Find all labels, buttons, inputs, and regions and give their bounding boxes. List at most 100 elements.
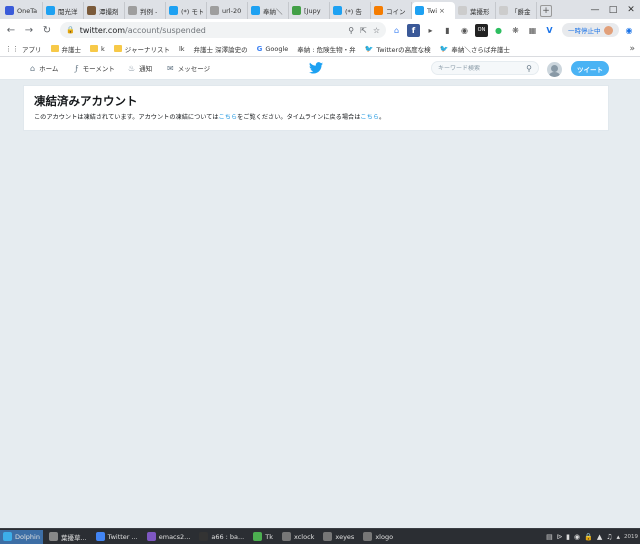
clock[interactable]: 2019	[624, 534, 638, 540]
bookmark-label: 奉納 : 危険生物・弁	[297, 45, 356, 54]
bluetooth-icon[interactable]: ᐉ	[557, 533, 562, 541]
tab-label: コイン	[386, 7, 406, 16]
bookmark-extension-icon[interactable]: ▮	[441, 24, 454, 37]
taskbar-item[interactable]: a66 : ba...	[196, 530, 247, 544]
close-window-button[interactable]: ✕	[622, 0, 640, 19]
taskbar-item[interactable]: Twitter ...	[93, 530, 141, 544]
v-extension-icon[interactable]: V	[543, 24, 556, 37]
message-part-3: 。	[378, 114, 386, 121]
new-tab-button[interactable]: +	[540, 5, 552, 17]
avatar[interactable]	[547, 62, 562, 77]
taskbar-item[interactable]: Dolphin	[0, 529, 43, 544]
twitter-bird-icon[interactable]	[309, 62, 323, 74]
browser-tab[interactable]: 閲光洋	[43, 2, 84, 19]
search-box[interactable]: ⚲	[431, 61, 539, 75]
browser-tab[interactable]: (*) モト	[166, 2, 207, 19]
search-icon[interactable]: ⚲	[526, 64, 532, 73]
bookmark-item[interactable]: lk	[0, 45, 185, 106]
bookmark-item[interactable]: G Google	[257, 45, 289, 53]
pocket-extension-icon[interactable]: ◉	[458, 24, 471, 37]
home-extension-icon[interactable]: ⌂	[390, 24, 403, 37]
taskbar-label: xclock	[293, 532, 315, 541]
browser-tab[interactable]: 「爵金	[496, 2, 537, 19]
app-icon	[363, 532, 373, 541]
browser-tab[interactable]: (*) 告	[330, 2, 371, 19]
sync-paused-button[interactable]: 一時停止中	[562, 23, 619, 37]
folder-icon	[50, 45, 59, 52]
taskbar-item[interactable]: xclock	[279, 530, 317, 544]
bookmark-item[interactable]: k	[90, 45, 105, 53]
taskbar-label: Tk	[265, 532, 273, 541]
address-bar[interactable]: 🔒 twitter.com/account/suspended ⚲ ⇱ ☆	[60, 22, 386, 38]
return-timeline-link[interactable]: こちら	[360, 114, 379, 121]
bookmark-label: 弁護士	[61, 45, 82, 54]
tab-favicon-icon	[333, 6, 342, 15]
bookmark-item[interactable]: ジャーナリスト	[113, 44, 170, 54]
clipboard-icon[interactable]: ▤	[546, 533, 553, 541]
browser-tab[interactable]: OneTa	[2, 2, 43, 19]
bookmark-label: 奉納＼さらば弁護士	[451, 45, 510, 54]
browser-tab[interactable]: 奉納＼	[248, 2, 289, 19]
tab-close-icon[interactable]: ×	[439, 7, 445, 15]
taskbar-item[interactable]: xlogo	[360, 530, 396, 544]
updates-icon[interactable]: ◉	[574, 533, 580, 541]
browser-tab[interactable]: コイン	[371, 2, 412, 19]
bookmarks-overflow-icon[interactable]: »	[629, 44, 635, 54]
taskbar-item[interactable]: xeyes	[320, 530, 357, 544]
forward-button[interactable]: →	[22, 23, 36, 37]
bookmark-item[interactable]: 🐦 奉納＼さらば弁護士	[440, 44, 510, 54]
app-icon	[199, 532, 209, 541]
back-button[interactable]: ←	[4, 23, 18, 37]
tab-favicon-icon	[128, 6, 137, 15]
taskbar-item[interactable]: 葉擾草...	[46, 530, 90, 544]
bookmark-item[interactable]: 奉納 : 危険生物・弁	[0, 44, 356, 106]
bookmark-label: ジャーナリスト	[124, 45, 170, 54]
dark-extension-icon[interactable]: ON	[475, 23, 488, 37]
suspension-info-link[interactable]: こちら	[219, 114, 238, 121]
nav-notifications[interactable]: ♨ 通知	[128, 63, 152, 74]
tweet-button[interactable]: ツイート	[571, 61, 609, 76]
browser-tab[interactable]: 葉擾形	[455, 2, 496, 19]
browser-tab[interactable]: 判例 -	[125, 2, 166, 19]
lock-tray-icon[interactable]: 🔒	[584, 533, 593, 541]
folder-icon	[90, 45, 98, 52]
bookmark-list: ⋮⋮ アプリ 弁護士 k ジャーナリスト lk 弁護士 深澤論史の G Google 奉納 : 危…	[0, 44, 510, 106]
maximize-button[interactable]: □	[604, 0, 622, 19]
nav-home[interactable]: ⌂ ホーム	[30, 63, 58, 74]
taskbar-item[interactable]: emacs2...	[144, 530, 194, 544]
minimize-button[interactable]: —	[586, 0, 604, 19]
menu-extension-icon[interactable]: ◉	[623, 24, 636, 37]
search-input[interactable]	[438, 64, 518, 72]
bookmark-item[interactable]: 弁護士 深澤論史の	[0, 44, 248, 106]
grid-extension-icon[interactable]: ▦	[526, 24, 539, 37]
bookmark-item[interactable]: ⋮⋮ アプリ	[5, 44, 42, 54]
zoom-icon[interactable]: ⚲	[348, 26, 354, 35]
taskbar-item[interactable]: Tk	[250, 530, 276, 544]
bookmark-item[interactable]: 🐦 Twitterの高度な検	[365, 44, 431, 54]
browser-tab[interactable]: 潭撮剤	[84, 2, 125, 19]
bookmark-star-icon[interactable]: ☆	[373, 26, 380, 35]
nav-moments[interactable]: ϝ モーメント	[75, 63, 115, 74]
share-icon[interactable]: ⇱	[360, 26, 367, 35]
nav-messages[interactable]: ✉ メッセージ	[167, 63, 210, 74]
browser-tab[interactable]: [Jupy	[289, 2, 330, 19]
browser-tab[interactable]: Twi ×	[412, 2, 455, 19]
reload-button[interactable]: ↻	[40, 23, 54, 37]
evernote-extension-icon[interactable]: ●	[492, 24, 505, 37]
extension-arrow-icon[interactable]: ▸	[424, 24, 437, 37]
puzzle-extension-icon[interactable]: ❋	[509, 24, 522, 37]
tray-expand-icon[interactable]: ▴	[616, 533, 620, 541]
tab-list: OneTa 閲光洋 潭撮剤 判例 - (*) モト url-20 奉納＼ [Jupy (*) 告…	[2, 2, 537, 19]
suspended-card: 凍結済みアカウント このアカウントは凍結されています。アカウントの凍結については…	[23, 85, 609, 131]
battery-icon[interactable]: ▮	[566, 533, 570, 541]
volume-icon[interactable]: ♫	[606, 533, 612, 541]
envelope-icon: ✉	[167, 63, 174, 73]
facebook-extension-icon[interactable]: f	[407, 23, 420, 37]
network-icon[interactable]: ▲	[597, 533, 602, 541]
lightning-icon: ϝ	[75, 63, 79, 73]
bookmark-item[interactable]: 弁護士	[50, 44, 82, 54]
page-title: 凍結済みアカウント	[34, 94, 138, 108]
taskbar-label: emacs2...	[158, 532, 191, 541]
browser-tab[interactable]: url-20	[207, 2, 248, 19]
twitter-page: ⌂ ホーム ϝ モーメント ♨ 通知 ✉ メッセージ ⚲ ツイート 凍結済みアカ…	[0, 57, 640, 528]
